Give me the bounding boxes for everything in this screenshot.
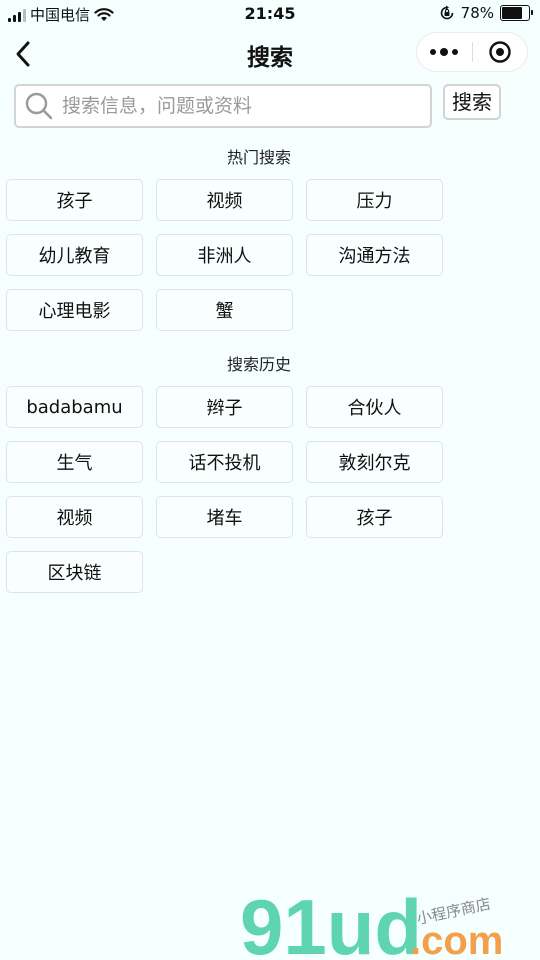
search-box <box>14 84 432 128</box>
search-input[interactable] <box>60 94 404 118</box>
hot-tag[interactable]: 幼儿教育 <box>6 234 143 276</box>
hot-search-title: 热门搜索 <box>226 148 291 167</box>
hot-tag[interactable]: 心理电影 <box>6 289 143 331</box>
hot-tag[interactable]: 孩子 <box>6 179 143 221</box>
hot-tag[interactable]: 视频 <box>156 179 293 221</box>
search-icon <box>25 92 53 120</box>
status-right: 78% <box>439 4 533 22</box>
target-close-icon <box>489 41 511 63</box>
history-tag[interactable]: badabamu <box>6 386 143 428</box>
battery-icon <box>500 5 533 21</box>
history-tag[interactable]: 孩子 <box>306 496 443 538</box>
history-tag[interactable]: 辫子 <box>156 386 293 428</box>
history-tag[interactable]: 区块链 <box>6 551 143 593</box>
history-tag[interactable]: 生气 <box>6 441 143 483</box>
history-title: 搜索历史 <box>226 355 291 374</box>
hot-tag[interactable]: 非洲人 <box>156 234 293 276</box>
hot-search-tags: 孩子 视频 压力 幼儿教育 非洲人 沟通方法 心理电影 蟹 <box>6 179 446 331</box>
search-button[interactable]: 搜索 <box>443 84 501 120</box>
battery-percent: 78% <box>460 4 494 22</box>
hot-tag[interactable]: 沟通方法 <box>306 234 443 276</box>
history-tag[interactable]: 敦刻尔克 <box>306 441 443 483</box>
history-tag[interactable]: 视频 <box>6 496 143 538</box>
history-tag[interactable]: 合伙人 <box>306 386 443 428</box>
watermark-logo: 91ud .com 小程序商店 <box>240 883 503 960</box>
orientation-lock-icon <box>440 5 453 20</box>
watermark-logo-text: 91ud <box>240 883 422 960</box>
more-dots-icon[interactable] <box>417 33 472 71</box>
mini-program-capsule <box>416 32 528 72</box>
history-tag[interactable]: 话不投机 <box>156 441 293 483</box>
status-bar: 中国电信 21:45 78% <box>0 0 540 28</box>
hot-tag[interactable]: 蟹 <box>156 289 293 331</box>
history-tags: badabamu 辫子 合伙人 生气 话不投机 敦刻尔克 视频 堵车 孩子 区块… <box>6 386 446 593</box>
history-tag[interactable]: 堵车 <box>156 496 293 538</box>
close-capsule-button[interactable] <box>472 33 527 71</box>
nav-bar: 搜索 <box>0 28 540 80</box>
hot-tag[interactable]: 压力 <box>306 179 443 221</box>
